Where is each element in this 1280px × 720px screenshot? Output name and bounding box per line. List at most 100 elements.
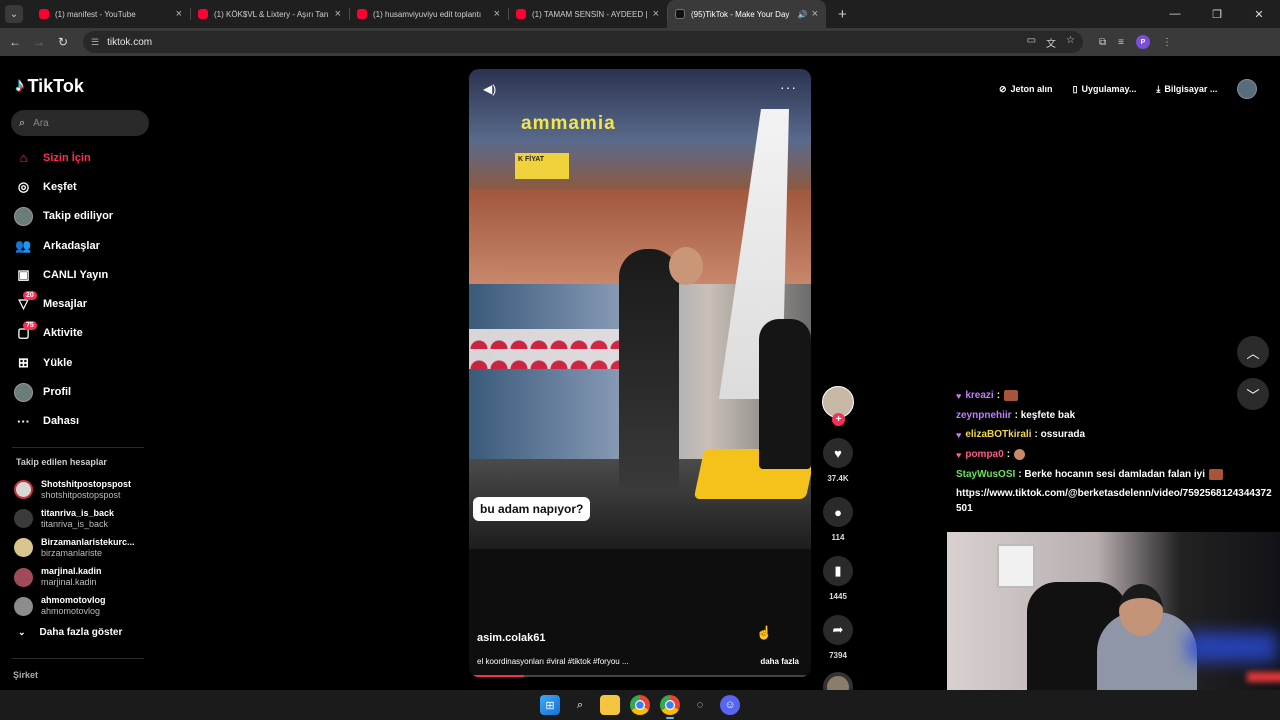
user-avatar[interactable] xyxy=(1237,79,1258,99)
extensions-icon[interactable]: ⧉ xyxy=(1099,37,1106,48)
nav-item-for-you[interactable]: ⌂ Sizin İçin xyxy=(14,143,154,172)
nav-label: CANLI Yayın xyxy=(43,268,109,281)
desktop-app-button[interactable]: ⤓ Bilgisayar ... xyxy=(1150,78,1223,100)
chat-message: zeynpnehiir : keşfete bak xyxy=(956,409,1076,421)
following-account[interactable]: Shotshitpostopspost shotshitpostopspost xyxy=(14,475,154,504)
nav-item-messages[interactable]: ▽ 20 Mesajlar xyxy=(14,289,154,318)
nav-item-upload[interactable]: ⊞ Yükle xyxy=(14,348,154,377)
previous-video-button[interactable]: ︿ xyxy=(1237,336,1269,368)
close-tab-icon[interactable]: × xyxy=(335,8,341,20)
creator-avatar[interactable]: + xyxy=(822,386,854,426)
screen: ⌄ (1) manifest - YouTube × (1) KÖK$VL & … xyxy=(0,0,1280,720)
save-action: ▮ 1445 xyxy=(820,556,856,601)
chrome-active-icon[interactable] xyxy=(660,695,680,719)
cast-icon[interactable]: ▭ xyxy=(1027,35,1036,50)
show-more-button[interactable]: ⌄ Daha fazla göster xyxy=(18,627,122,638)
following-account[interactable]: marjinal.kadin marjinal.kadin xyxy=(14,563,154,592)
close-tab-icon[interactable]: × xyxy=(653,8,659,20)
nav-label: Keşfet xyxy=(43,180,77,193)
logo-text: TikTok xyxy=(27,75,84,96)
browser-tab[interactable]: (1) manifest - YouTube × xyxy=(31,0,190,28)
following-account[interactable]: ahmomotovlog ahmomotovlog xyxy=(14,592,154,621)
nav-item-profile[interactable]: Profil xyxy=(14,377,154,406)
company-link[interactable]: Şirket xyxy=(13,670,38,680)
browser-menu-icon[interactable]: ⋮ xyxy=(1162,37,1172,48)
account-name: Birzamanlaristekurc... xyxy=(41,536,135,547)
follow-plus-icon[interactable]: + xyxy=(832,413,845,426)
media-icon[interactable]: ≡ xyxy=(1118,37,1124,48)
close-tab-icon[interactable]: × xyxy=(812,8,818,20)
tab-title: (1) TAMAM SENSİN - AYDEED | xyxy=(532,9,648,19)
chevron-up-icon: ︿ xyxy=(1246,345,1260,361)
window-controls: — ❐ ✕ xyxy=(1154,0,1280,28)
browser-tab[interactable]: (1) husamviyuviyu edit toplantı × xyxy=(349,0,508,28)
app-icon[interactable]: ◌ xyxy=(690,695,710,715)
messages-badge: 20 xyxy=(23,291,37,301)
volume-icon[interactable]: ◀) xyxy=(483,82,496,96)
following-account[interactable]: titanriva_is_back titanriva_is_back xyxy=(14,504,154,533)
nav-item-friends[interactable]: 👥 Arkadaşlar xyxy=(14,231,154,260)
video-player[interactable]: ammamia K FİYAT ◀) ··· bu adam napıyor? … xyxy=(469,69,811,677)
get-app-button[interactable]: ▯ Uygulamay... xyxy=(1067,78,1143,100)
browser-tab-active[interactable]: (95)TikTok - Make Your Day 🔊 × xyxy=(667,0,826,28)
address-bar[interactable]: ☰ tiktok.com ▭ 文 ☆ xyxy=(83,31,1083,53)
close-tab-icon[interactable]: × xyxy=(494,8,500,20)
search-icon: ⌕ xyxy=(19,116,26,129)
profile-avatar[interactable]: P xyxy=(1135,35,1150,49)
following-account[interactable]: Birzamanlaristekurc... birzamanlariste xyxy=(14,533,154,562)
speaker-icon[interactable]: 🔊 xyxy=(798,10,808,19)
video-progress-bar[interactable] xyxy=(469,675,811,677)
video-more-icon[interactable]: ··· xyxy=(780,79,797,95)
avatar xyxy=(14,567,33,587)
account-name: marjinal.kadin xyxy=(41,566,102,577)
browser-tab[interactable]: (1) KÖK$VL & Lixtery - Aşırı Tan × xyxy=(190,0,349,28)
share-count: 7394 xyxy=(829,651,847,660)
nav-item-more[interactable]: ··· Dahası xyxy=(14,407,154,436)
account-name: ahmomotovlog xyxy=(41,595,106,606)
nav-item-following[interactable]: Takip ediliyor xyxy=(14,202,154,231)
bookmark-icon[interactable]: ▮ xyxy=(823,556,853,586)
search-icon[interactable]: ⌕ xyxy=(570,695,590,715)
windows-start-icon[interactable]: ⊞ xyxy=(540,695,560,715)
tab-search-button[interactable]: ⌄ xyxy=(5,5,23,23)
nav-item-live[interactable]: ▣ CANLI Yayın xyxy=(14,260,154,289)
compass-icon: ◎ xyxy=(17,178,30,194)
main-nav: ⌂ Sizin İçin ◎ Keşfet Takip ediliyor 👥 A… xyxy=(14,143,154,436)
like-action: ♥ 37.4K xyxy=(820,438,856,483)
nav-item-explore[interactable]: ◎ Keşfet xyxy=(14,172,154,201)
see-more-link[interactable]: daha fazla xyxy=(760,657,799,666)
stream-chat-overlay: ♥ kreazi : zeynpnehiir : keşfete bak ♥ e… xyxy=(956,386,1276,516)
site-info-icon[interactable]: ☰ xyxy=(91,37,99,48)
heart-icon[interactable]: ♥ xyxy=(823,438,853,468)
nav-label: Aktivite xyxy=(43,327,83,340)
nav-item-activity[interactable]: ▢ 75 Aktivite xyxy=(14,319,154,348)
back-icon[interactable]: ← xyxy=(3,35,27,49)
video-store-sign: ammamia xyxy=(521,113,616,134)
windows-taskbar: ⊞ ⌕ ◌ ☺ xyxy=(0,690,1280,720)
get-coins-button[interactable]: ⊘ Jeton alın xyxy=(993,78,1059,100)
video-progress-fill xyxy=(469,675,524,677)
bookmark-star-icon[interactable]: ☆ xyxy=(1066,35,1075,50)
close-window-icon[interactable]: ✕ xyxy=(1238,8,1280,21)
video-frame xyxy=(469,329,619,369)
video-author[interactable]: asim.colak61 xyxy=(477,632,546,644)
discord-icon[interactable]: ☺ xyxy=(720,695,740,715)
browser-tab[interactable]: (1) TAMAM SENSİN - AYDEED | × xyxy=(508,0,667,28)
restore-icon[interactable]: ❐ xyxy=(1196,8,1238,21)
tiktok-logo[interactable]: ♪ TikTok xyxy=(15,75,84,97)
search-input[interactable] xyxy=(33,117,134,129)
avatar xyxy=(14,596,33,616)
chrome-icon[interactable] xyxy=(630,695,650,715)
comment-icon[interactable]: ● xyxy=(823,497,853,527)
comment-action: ● 114 xyxy=(820,497,856,542)
activity-badge: 75 xyxy=(23,320,37,330)
share-icon[interactable]: ➦ xyxy=(823,615,853,645)
close-tab-icon[interactable]: × xyxy=(176,8,182,20)
minimize-icon[interactable]: — xyxy=(1154,8,1196,20)
file-explorer-icon[interactable] xyxy=(600,695,620,715)
reload-icon[interactable]: ↻ xyxy=(51,35,75,49)
new-tab-button[interactable]: + xyxy=(838,6,847,23)
search-box[interactable]: ⌕ xyxy=(11,110,149,136)
translate-icon[interactable]: 文 xyxy=(1046,35,1056,50)
forward-icon[interactable]: → xyxy=(27,35,51,49)
